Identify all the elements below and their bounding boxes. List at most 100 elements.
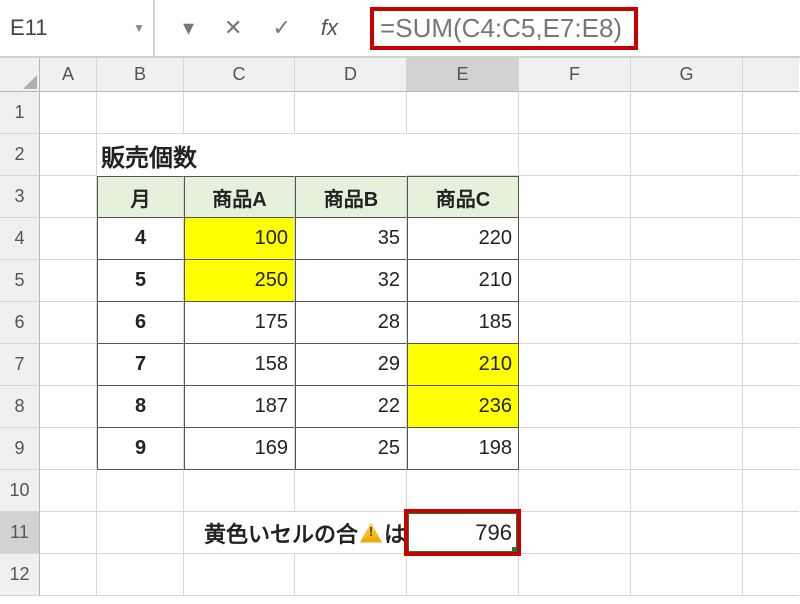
cell[interactable] [631, 428, 743, 470]
col-hdr-D[interactable]: D [295, 58, 407, 92]
cell-month[interactable]: 5 [97, 260, 184, 302]
cell-a[interactable]: 100 [184, 218, 295, 260]
cell[interactable] [631, 134, 743, 176]
col-hdr-E[interactable]: E [407, 58, 519, 92]
cell-a[interactable]: 250 [184, 260, 295, 302]
cell[interactable] [631, 470, 743, 512]
cell[interactable] [631, 512, 743, 554]
cell[interactable] [631, 302, 743, 344]
cell[interactable] [519, 428, 631, 470]
cell[interactable] [40, 554, 97, 596]
hdr-c[interactable]: 商品C [407, 176, 519, 218]
row-hdr-5[interactable]: 5 [0, 260, 40, 302]
cancel-icon[interactable]: ✕ [224, 15, 242, 41]
cell-month[interactable]: 8 [97, 386, 184, 428]
cell[interactable] [631, 218, 743, 260]
cell[interactable] [631, 344, 743, 386]
cell-month[interactable]: 6 [97, 302, 184, 344]
cell[interactable] [631, 176, 743, 218]
cell[interactable] [631, 386, 743, 428]
cell-a[interactable]: 175 [184, 302, 295, 344]
cell[interactable] [743, 344, 799, 386]
fill-handle[interactable] [512, 547, 520, 555]
confirm-icon[interactable]: ✓ [272, 15, 290, 41]
cell[interactable] [743, 260, 799, 302]
cell-b[interactable]: 32 [295, 260, 407, 302]
cell-month[interactable]: 9 [97, 428, 184, 470]
cell[interactable] [40, 260, 97, 302]
cell[interactable] [519, 260, 631, 302]
cell-a[interactable]: 158 [184, 344, 295, 386]
cell[interactable] [519, 386, 631, 428]
cell-c[interactable]: 185 [407, 302, 519, 344]
cell[interactable] [407, 470, 519, 512]
cell[interactable] [184, 470, 295, 512]
cell-c[interactable]: 198 [407, 428, 519, 470]
cell[interactable] [743, 134, 799, 176]
spreadsheet-grid[interactable]: A B C D E F G 1 2 販売個数 3 月 商品A 商品B 商品C 4… [0, 58, 800, 596]
cell[interactable] [97, 554, 184, 596]
cell[interactable] [184, 92, 295, 134]
cell-b[interactable]: 35 [295, 218, 407, 260]
cell[interactable] [519, 344, 631, 386]
hdr-b[interactable]: 商品B [295, 176, 407, 218]
cell[interactable] [743, 92, 799, 134]
row-hdr-12[interactable]: 12 [0, 554, 40, 596]
cell-month[interactable]: 7 [97, 344, 184, 386]
select-all-corner[interactable] [0, 58, 40, 92]
cell[interactable] [519, 134, 631, 176]
cell[interactable] [40, 134, 97, 176]
cell[interactable] [295, 92, 407, 134]
cell[interactable] [295, 554, 407, 596]
formula-input[interactable]: =SUM(C4:C5,E7:E8) [370, 7, 638, 50]
cell[interactable] [743, 470, 799, 512]
cell[interactable] [40, 470, 97, 512]
cell-c[interactable]: 220 [407, 218, 519, 260]
cell-b[interactable]: 22 [295, 386, 407, 428]
cell[interactable] [407, 554, 519, 596]
name-box[interactable]: E11 ▼ [0, 0, 155, 56]
row-hdr-4[interactable]: 4 [0, 218, 40, 260]
row-hdr-10[interactable]: 10 [0, 470, 40, 512]
cell[interactable] [519, 218, 631, 260]
cell-b[interactable]: 28 [295, 302, 407, 344]
col-hdr-A[interactable]: A [40, 58, 97, 92]
cell[interactable] [97, 92, 184, 134]
cell[interactable] [519, 176, 631, 218]
warning-icon[interactable] [360, 523, 382, 543]
cell[interactable] [407, 134, 519, 176]
cell[interactable] [40, 92, 97, 134]
cell[interactable] [631, 260, 743, 302]
cell[interactable] [519, 554, 631, 596]
cell[interactable] [184, 554, 295, 596]
dropdown-icon[interactable]: ▾ [183, 15, 194, 41]
cell[interactable] [743, 386, 799, 428]
cell[interactable] [97, 470, 184, 512]
col-hdr-G[interactable]: G [631, 58, 743, 92]
chevron-down-icon[interactable]: ▼ [133, 21, 145, 35]
cell-b[interactable]: 25 [295, 428, 407, 470]
cell[interactable] [519, 92, 631, 134]
row-hdr-11[interactable]: 11 [0, 512, 40, 554]
cell-c[interactable]: 236 [407, 386, 519, 428]
col-hdr-B[interactable]: B [97, 58, 184, 92]
cell[interactable] [40, 344, 97, 386]
cell-c[interactable]: 210 [407, 344, 519, 386]
hdr-month[interactable]: 月 [97, 176, 184, 218]
col-hdr-F[interactable]: F [519, 58, 631, 92]
table-title[interactable]: 販売個数 [97, 134, 407, 176]
cell[interactable] [631, 554, 743, 596]
fx-icon[interactable]: fx [321, 15, 338, 41]
cell[interactable] [40, 218, 97, 260]
cell[interactable] [743, 512, 799, 554]
cell[interactable] [40, 386, 97, 428]
cell[interactable] [743, 218, 799, 260]
cell[interactable] [743, 302, 799, 344]
row-hdr-3[interactable]: 3 [0, 176, 40, 218]
row-hdr-2[interactable]: 2 [0, 134, 40, 176]
cell[interactable] [40, 512, 97, 554]
cell[interactable] [519, 470, 631, 512]
cell-a[interactable]: 169 [184, 428, 295, 470]
cell[interactable] [519, 302, 631, 344]
cell[interactable] [40, 176, 97, 218]
